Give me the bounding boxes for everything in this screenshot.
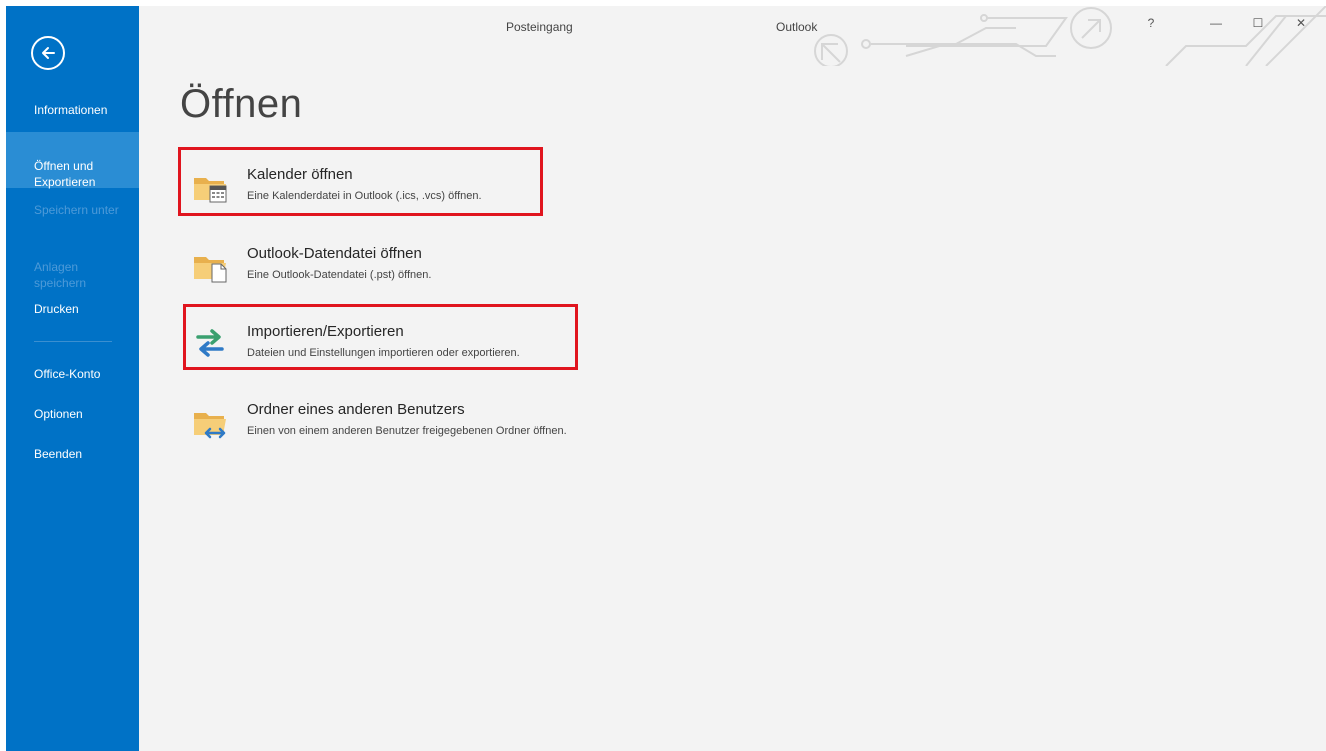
sidebar-item-label: Beenden bbox=[34, 447, 83, 461]
backstage-sidebar: Informationen Öffnen und Exportieren Spe… bbox=[6, 6, 139, 751]
shared-folder-icon bbox=[194, 413, 226, 439]
open-shared-folder-option[interactable]: Ordner eines anderen Benutzers Einen von… bbox=[182, 387, 582, 461]
sidebar-item-label: Speichern unter bbox=[34, 203, 119, 217]
minimize-icon: — bbox=[1210, 16, 1222, 30]
sidebar-item-label: Öffnen und Exportieren bbox=[34, 159, 96, 189]
app-name: Outlook bbox=[776, 20, 818, 34]
maximize-button[interactable]: ☐ bbox=[1243, 12, 1273, 34]
sidebar-item-label: Anlagen speichern bbox=[34, 260, 87, 290]
close-icon: ✕ bbox=[1295, 16, 1307, 30]
sidebar-item-drucken[interactable]: Drucken bbox=[6, 301, 139, 317]
window-title: Posteingang bbox=[506, 20, 573, 34]
option-description: Eine Outlook-Datendatei (.pst) öffnen. bbox=[247, 269, 432, 281]
help-button[interactable]: ? bbox=[1136, 12, 1166, 34]
option-description: Einen von einem anderen Benutzer freigeg… bbox=[247, 425, 567, 437]
help-icon: ? bbox=[1147, 16, 1155, 30]
option-title: Ordner eines anderen Benutzers bbox=[247, 401, 465, 418]
sidebar-item-label: Office-Konto bbox=[34, 367, 101, 381]
sidebar-item-oeffnen-exportieren[interactable]: Öffnen und Exportieren bbox=[6, 132, 139, 189]
sidebar-item-label: Drucken bbox=[34, 302, 79, 316]
page-title: Öffnen bbox=[180, 82, 303, 126]
sidebar-item-office-konto[interactable]: Office-Konto bbox=[6, 366, 139, 382]
open-data-file-option[interactable]: Outlook-Datendatei öffnen Eine Outlook-D… bbox=[182, 231, 582, 291]
option-title: Outlook-Datendatei öffnen bbox=[247, 245, 422, 262]
back-button[interactable] bbox=[31, 36, 65, 70]
maximize-icon: ☐ bbox=[1252, 16, 1264, 30]
sidebar-item-optionen[interactable]: Optionen bbox=[6, 406, 139, 422]
highlight-box-import-export bbox=[183, 304, 578, 370]
back-arrow-icon bbox=[42, 47, 55, 59]
outlook-backstage-window: Informationen Öffnen und Exportieren Spe… bbox=[6, 6, 1326, 751]
data-file-folder-icon bbox=[194, 257, 227, 283]
sidebar-separator bbox=[34, 341, 112, 342]
minimize-button[interactable]: — bbox=[1201, 12, 1231, 34]
highlight-box-open-calendar bbox=[178, 147, 543, 216]
sidebar-item-label: Informationen bbox=[34, 103, 108, 117]
sidebar-item-beenden[interactable]: Beenden bbox=[6, 446, 139, 462]
close-button[interactable]: ✕ bbox=[1286, 12, 1316, 34]
sidebar-item-informationen[interactable]: Informationen bbox=[6, 102, 139, 118]
sidebar-item-anlagen-speichern: Anlagen speichern bbox=[6, 243, 139, 291]
sidebar-item-speichern-unter: Speichern unter bbox=[6, 202, 139, 218]
sidebar-item-label: Optionen bbox=[34, 407, 83, 421]
